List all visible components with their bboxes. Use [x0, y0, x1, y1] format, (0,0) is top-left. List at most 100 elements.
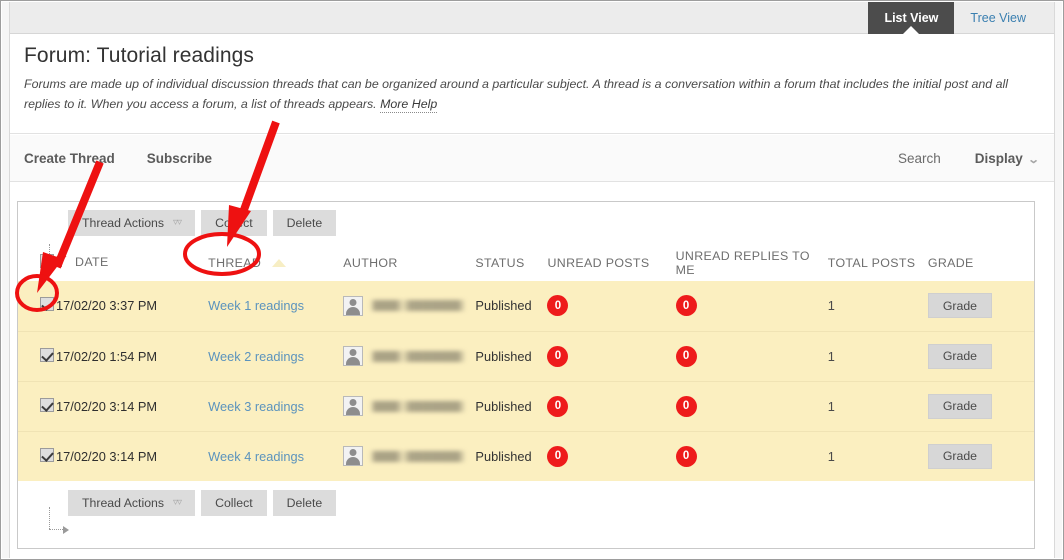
column-header-unread-posts[interactable]: UNREAD POSTS: [547, 244, 676, 281]
action-bar-left: Create Thread Subscribe: [24, 135, 212, 182]
forum-page-frame: List View Tree View Forum: Tutorial read…: [0, 0, 1064, 560]
dotted-leader-bottom-v: [49, 507, 50, 529]
threads-panel: Thread Actions ▿▿ Collect Delete DATE TH…: [17, 201, 1035, 549]
more-help-link[interactable]: More Help: [380, 97, 438, 114]
collect-label-bottom: Collect: [215, 496, 253, 510]
unread-posts-badge: 0: [547, 295, 569, 317]
select-all-checkbox[interactable]: [40, 254, 54, 268]
row-date-cell: 17/02/20 3:37 PM: [56, 281, 209, 331]
row-date: 17/02/20 1:54 PM: [56, 348, 158, 364]
column-header-thread-label: THREAD: [208, 255, 262, 270]
row-checkbox[interactable]: [40, 447, 54, 462]
row-date-cell: 17/02/20 1:54 PM: [56, 330, 209, 381]
grade-button[interactable]: Grade: [927, 443, 993, 469]
avatar: [343, 396, 364, 416]
row-checkbox-cell: [18, 330, 57, 381]
collect-button-bottom[interactable]: Collect: [201, 490, 267, 516]
tab-tree-view[interactable]: Tree View: [954, 2, 1040, 34]
column-header-thread[interactable]: THREAD: [208, 244, 344, 281]
table-row: 17/02/20 3:14 PM Week 3 readings Publish…: [18, 380, 1034, 431]
row-checkbox[interactable]: [40, 397, 54, 412]
page-description: Forums are made up of individual discuss…: [24, 74, 1040, 114]
row-status-cell: Published: [475, 281, 548, 331]
unread-replies-badge: 0: [675, 395, 697, 417]
tab-list-view[interactable]: List View: [868, 2, 955, 35]
filter-icon[interactable]: [56, 255, 67, 270]
thread-actions-button-top[interactable]: Thread Actions ▿▿: [68, 210, 196, 236]
column-header-total-posts-label: TOTAL POSTS: [827, 255, 916, 270]
column-header-status[interactable]: STATUS: [475, 244, 548, 281]
column-header-author[interactable]: AUTHOR: [343, 244, 476, 281]
thread-link[interactable]: Week 1 readings: [208, 298, 304, 313]
avatar-body: [346, 407, 361, 415]
column-header-total-posts[interactable]: TOTAL POSTS: [827, 244, 928, 281]
sort-ascending-icon: [272, 259, 287, 268]
tab-tree-view-label: Tree View: [970, 11, 1026, 25]
thread-link[interactable]: Week 3 readings: [208, 399, 304, 414]
column-header-unread-posts-label: UNREAD POSTS: [547, 255, 650, 270]
unread-posts-badge: 0: [547, 445, 569, 467]
avatar-body: [346, 306, 361, 315]
row-thread-cell: Week 3 readings: [208, 380, 344, 431]
thread-link[interactable]: Week 2 readings: [208, 349, 304, 364]
row-total-posts-cell: 1: [827, 330, 928, 381]
delete-button-bottom[interactable]: Delete: [272, 490, 337, 516]
row-unread-replies-cell: 0: [675, 380, 828, 431]
collect-label-top: Collect: [215, 216, 253, 230]
row-unread-replies-cell: 0: [675, 330, 828, 381]
column-header-grade-label: GRADE: [927, 255, 974, 270]
thread-actions-label-top: Thread Actions: [82, 216, 165, 230]
row-checkbox[interactable]: [40, 347, 54, 362]
threads-table-head: DATE THREAD AUTHOR STATUS UNREAD POSTS U…: [18, 244, 1034, 281]
column-header-date[interactable]: DATE: [56, 244, 209, 281]
total-posts-value: 1: [827, 448, 835, 464]
grade-button[interactable]: Grade: [927, 293, 993, 319]
collect-button-top[interactable]: Collect: [201, 210, 267, 236]
row-unread-replies-cell: 0: [675, 430, 828, 481]
avatar-head: [349, 298, 357, 306]
row-date: 17/02/20 3:37 PM: [56, 298, 158, 314]
search-button[interactable]: Search: [898, 151, 941, 166]
grade-button[interactable]: Grade: [927, 343, 993, 369]
row-checkbox-cell: [18, 430, 57, 481]
row-unread-posts-cell: 0: [547, 380, 676, 431]
thread-actions-button-bottom[interactable]: Thread Actions ▿▿: [68, 490, 196, 516]
row-grade-cell: Grade: [927, 281, 1034, 331]
row-total-posts-cell: 1: [827, 430, 928, 481]
unread-replies-badge: 0: [675, 445, 697, 467]
double-chevron-down-icon-bottom: ▿▿: [173, 497, 182, 508]
status-badge: Published: [475, 398, 532, 414]
left-gutter: [2, 2, 10, 558]
table-row: 17/02/20 1:54 PM Week 2 readings Publish…: [18, 330, 1034, 381]
row-total-posts-cell: 1: [827, 281, 928, 331]
column-header-grade[interactable]: GRADE: [927, 244, 1034, 281]
page-description-text: Forums are made up of individual discuss…: [24, 77, 1009, 112]
thread-link[interactable]: Week 4 readings: [208, 449, 304, 464]
delete-button-top[interactable]: Delete: [272, 210, 337, 236]
author-name-redacted: [370, 350, 467, 362]
bulk-toolbar-top: Thread Actions ▿▿ Collect Delete: [18, 202, 1034, 244]
display-menu-button[interactable]: Display ⌄: [975, 151, 1040, 166]
chevron-down-icon: ⌄: [1027, 154, 1040, 166]
row-author-cell: [343, 281, 476, 331]
create-thread-button[interactable]: Create Thread: [24, 151, 115, 166]
grade-button[interactable]: Grade: [927, 393, 993, 419]
row-total-posts-cell: 1: [827, 380, 928, 431]
right-gutter: [1054, 2, 1062, 558]
row-author-cell: [343, 330, 476, 381]
row-author-cell: [343, 380, 476, 431]
row-author-cell: [343, 430, 476, 481]
row-checkbox[interactable]: [40, 297, 54, 312]
status-badge: Published: [475, 298, 532, 314]
thread-actions-label-bottom: Thread Actions: [82, 496, 165, 510]
column-header-status-label: STATUS: [475, 255, 525, 270]
page-title: Forum: Tutorial readings: [24, 44, 254, 67]
avatar: [343, 446, 364, 467]
author-name-redacted: [370, 400, 467, 412]
row-grade-cell: Grade: [927, 430, 1034, 481]
row-date-cell: 17/02/20 3:14 PM: [56, 380, 209, 431]
row-status-cell: Published: [475, 330, 548, 381]
subscribe-button[interactable]: Subscribe: [147, 151, 212, 166]
table-row: 17/02/20 3:14 PM Week 4 readings Publish…: [18, 430, 1034, 481]
column-header-unread-replies[interactable]: UNREAD REPLIES TO ME: [675, 244, 828, 281]
